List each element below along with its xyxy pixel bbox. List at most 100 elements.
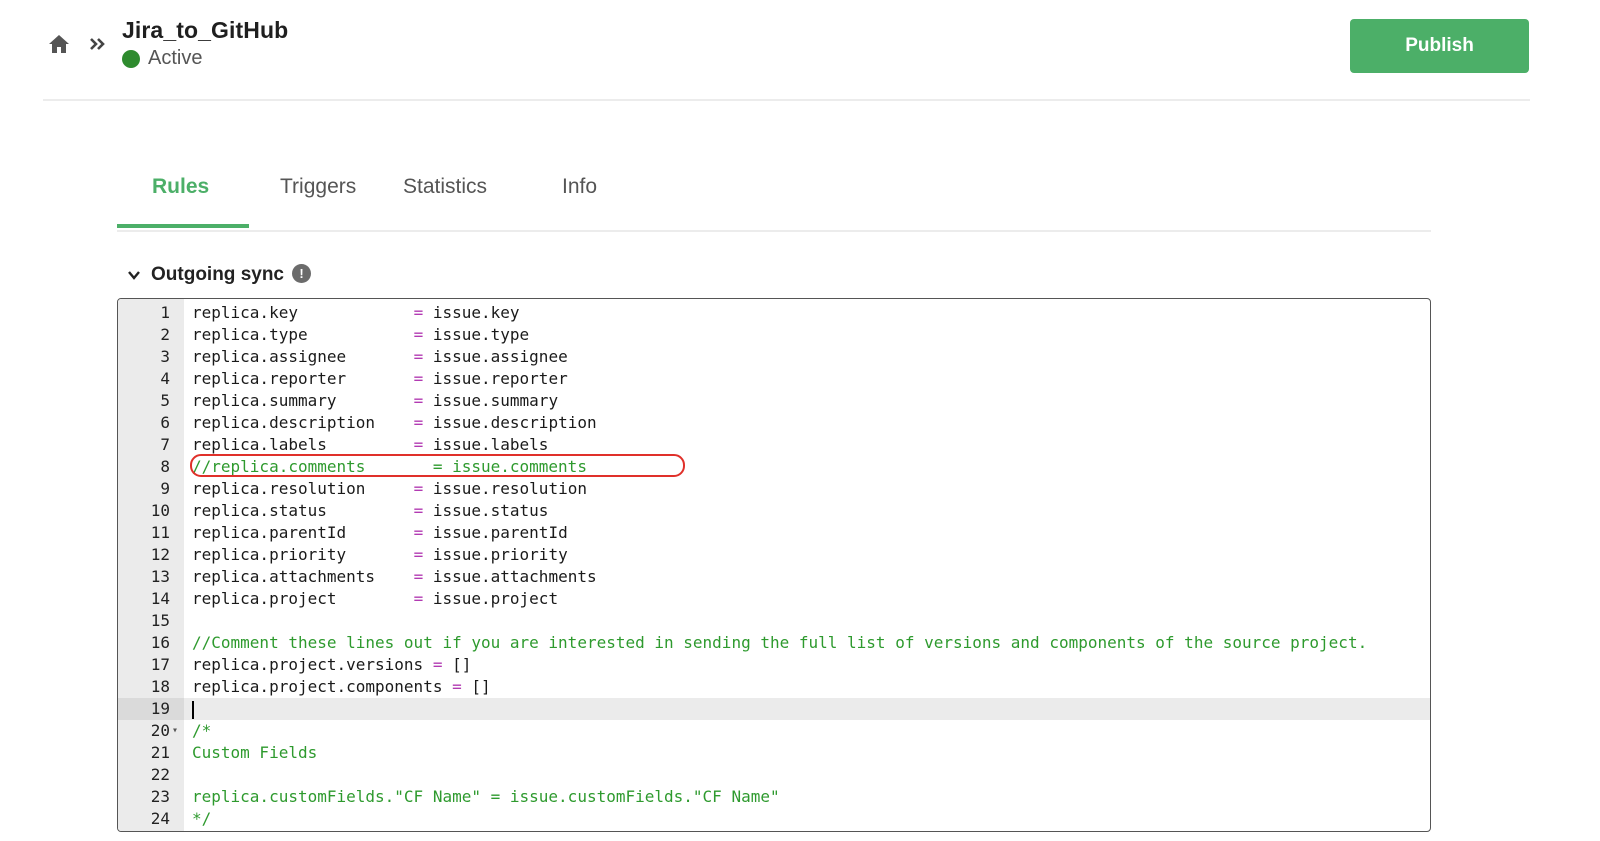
editor-lines: 1 replica.key = issue.key 2 replica.type = …	[118, 302, 1430, 830]
code-rhs: issue.resolution	[432, 479, 587, 498]
code-lhs: replica.reporter	[192, 369, 347, 388]
tab-bar: Rules Triggers Statistics Info	[117, 160, 1431, 232]
code-line[interactable]: 11 replica.parentId = issue.parentId	[118, 522, 1430, 544]
code-text: replica.key = issue.key	[192, 302, 520, 324]
code-line[interactable]: 21 Custom Fields	[118, 742, 1430, 764]
code-line[interactable]: 6 replica.description = issue.description	[118, 412, 1430, 434]
code-rhs: []	[452, 655, 472, 674]
code-line[interactable]: 10 replica.status = issue.status	[118, 500, 1430, 522]
code-text: replica.summary = issue.summary	[192, 390, 558, 412]
code-line[interactable]: 15	[118, 610, 1430, 632]
code-lhs: replica.project	[192, 589, 337, 608]
code-operator: =	[413, 479, 424, 498]
line-number: 3	[160, 347, 170, 366]
code-line[interactable]: 23 replica.customFields."CF Name" = issue…	[118, 786, 1430, 808]
code-lhs: replica.key	[192, 303, 298, 322]
code-rhs: issue.labels	[432, 435, 549, 454]
info-icon[interactable]: !	[292, 263, 311, 283]
code-line[interactable]: 17 replica.project.versions = []	[118, 654, 1430, 676]
line-number: 14	[150, 589, 170, 608]
line-number: 6	[160, 413, 170, 432]
tab-rules[interactable]: Rules	[152, 175, 209, 199]
code-text: replica.resolution = issue.resolution	[192, 478, 587, 500]
code-operator: =	[413, 435, 424, 454]
code-line[interactable]: 22	[118, 764, 1430, 786]
tab-statistics[interactable]: Statistics	[403, 175, 487, 199]
code-comment: //Comment these lines out if you are int…	[192, 633, 1368, 652]
code-comment: Custom Fields	[192, 743, 318, 762]
publish-button[interactable]: Publish	[1350, 19, 1529, 73]
code-line[interactable]: 8 //replica.comments = issue.comments	[118, 456, 1430, 478]
code-line[interactable]: 5 replica.summary = issue.summary	[118, 390, 1430, 412]
line-number: 16	[150, 633, 170, 652]
line-number: 12	[150, 545, 170, 564]
code-spacer	[346, 523, 413, 542]
code-rhs: issue.attachments	[432, 567, 597, 586]
code-operator: =	[413, 391, 424, 410]
code-line[interactable]: 7 replica.labels = issue.labels	[118, 434, 1430, 456]
code-spacer	[337, 391, 414, 410]
code-rhs: issue.status	[432, 501, 549, 520]
tab-triggers[interactable]: Triggers	[280, 175, 356, 199]
code-lhs: replica.project.versions	[192, 655, 424, 674]
code-text: //replica.comments = issue.comments	[192, 456, 587, 478]
code-text: replica.type = issue.type	[192, 324, 529, 346]
line-number: 1	[160, 303, 170, 322]
code-text: replica.project = issue.project	[192, 588, 558, 610]
code-text: replica.parentId = issue.parentId	[192, 522, 568, 544]
code-spacer	[337, 589, 414, 608]
code-line[interactable]: 13 replica.attachments = issue.attachment…	[118, 566, 1430, 588]
code-operator: =	[413, 545, 424, 564]
code-line[interactable]: 1 replica.key = issue.key	[118, 302, 1430, 324]
code-spacer	[346, 369, 413, 388]
code-lhs: replica.assignee	[192, 347, 347, 366]
code-lhs: replica.priority	[192, 545, 347, 564]
code-text: replica.description = issue.description	[192, 412, 597, 434]
code-lhs: replica.parentId	[192, 523, 347, 542]
line-number: 22	[150, 765, 170, 784]
outgoing-sync-header[interactable]: Outgoing sync !	[127, 263, 311, 286]
line-number: 18	[150, 677, 170, 696]
line-number: 5	[160, 391, 170, 410]
code-operator: =	[413, 347, 424, 366]
code-line[interactable]: 12 replica.priority = issue.priority	[118, 544, 1430, 566]
code-operator: =	[413, 369, 424, 388]
code-spacer	[346, 545, 413, 564]
code-line[interactable]: 24 */	[118, 808, 1430, 830]
code-line[interactable]: 19	[118, 698, 1430, 720]
chevron-down-icon[interactable]	[127, 268, 141, 282]
code-rhs: issue.priority	[432, 545, 568, 564]
code-line[interactable]: 16 //Comment these lines out if you are i…	[118, 632, 1430, 654]
code-line[interactable]: 2 replica.type = issue.type	[118, 324, 1430, 346]
code-text: replica.priority = issue.priority	[192, 544, 568, 566]
code-comment: replica.customFields."CF Name" = issue.c…	[192, 787, 780, 806]
page-title: Jira_to_GitHub	[122, 17, 289, 43]
text-cursor	[192, 700, 194, 719]
code-editor[interactable]: 1 replica.key = issue.key 2 replica.type = …	[117, 298, 1431, 832]
code-line[interactable]: 18 replica.project.components = []	[118, 676, 1430, 698]
code-spacer	[375, 413, 414, 432]
home-icon[interactable]	[48, 34, 70, 54]
code-text	[192, 698, 194, 720]
tab-info[interactable]: Info	[562, 175, 597, 199]
code-line[interactable]: 3 replica.assignee = issue.assignee	[118, 346, 1430, 368]
status-indicator: Active	[122, 47, 202, 70]
code-text: replica.customFields."CF Name" = issue.c…	[192, 786, 780, 808]
page-header: Jira_to_GitHub Active Publish	[0, 0, 1600, 101]
code-line[interactable]: 20 ▾/*	[118, 720, 1430, 742]
code-lhs: replica.description	[192, 413, 376, 432]
code-line[interactable]: 9 replica.resolution = issue.resolution	[118, 478, 1430, 500]
line-number: 15	[150, 611, 170, 630]
code-text: */	[192, 808, 211, 830]
code-line[interactable]: 14 replica.project = issue.project	[118, 588, 1430, 610]
code-rhs: issue.project	[432, 589, 559, 608]
line-number: 17	[150, 655, 170, 674]
section-title: Outgoing sync	[151, 264, 284, 285]
code-operator: =	[413, 523, 424, 542]
code-spacer	[346, 347, 413, 366]
code-text: /*	[192, 720, 211, 742]
code-text: //Comment these lines out if you are int…	[192, 632, 1367, 654]
fold-arrow-icon[interactable]: ▾	[172, 720, 178, 742]
code-text: replica.assignee = issue.assignee	[192, 346, 568, 368]
code-line[interactable]: 4 replica.reporter = issue.reporter	[118, 368, 1430, 390]
